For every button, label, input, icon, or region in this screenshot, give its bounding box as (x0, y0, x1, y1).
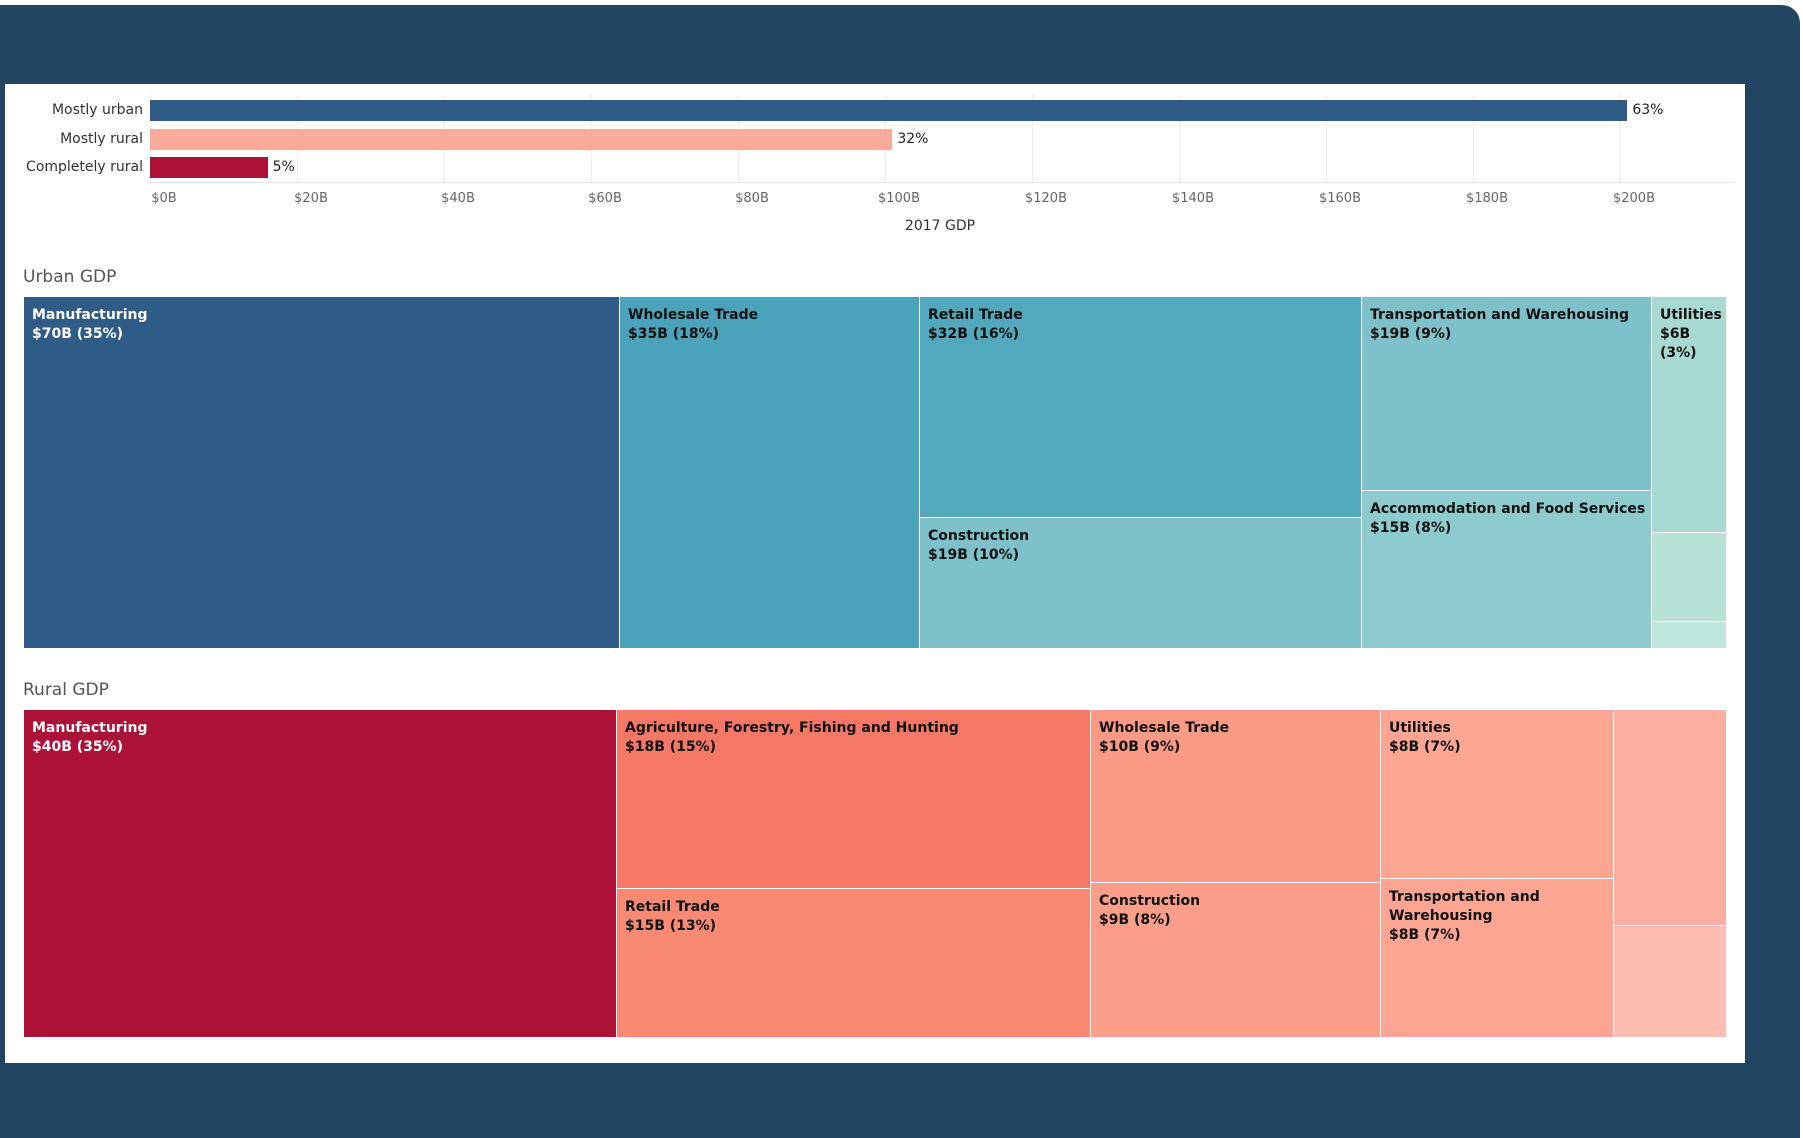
x-tick-label: $80B (735, 191, 769, 206)
treemap-tile-label: Retail Trade $15B (13%) (625, 899, 720, 934)
treemap-tile[interactable] (1613, 925, 1727, 1038)
treemap-tile[interactable]: Construction $9B (8%) (1090, 882, 1381, 1038)
treemap-tile-label: Manufacturing $40B (35%) (32, 720, 148, 755)
x-tick-label: $100B (877, 191, 921, 206)
treemap-tile-label: Manufacturing $70B (35%) (32, 307, 148, 342)
treemap-tile-label: Accommodation and Food Services $15B (8%… (1370, 501, 1646, 536)
x-tick-label: $160B (1318, 191, 1362, 206)
bar-category-label: Mostly urban (51, 102, 143, 118)
urban-gdp-title: Urban GDP (23, 267, 117, 287)
x-tick-label: $200B (1612, 191, 1656, 206)
treemap-tile-label: Transportation and Warehousing $8B (7%) (1389, 889, 1540, 943)
treemap-tile[interactable]: Construction $19B (10%) (919, 517, 1362, 649)
treemap-tile[interactable]: Manufacturing $40B (35%) (23, 709, 617, 1038)
treemap-tile-label: Transportation and Warehousing $19B (9%) (1370, 307, 1630, 342)
bar[interactable] (150, 157, 268, 178)
treemap-tile[interactable]: Utilities $6B (3%) (1651, 296, 1727, 533)
bar[interactable] (150, 129, 893, 150)
treemap-tile[interactable]: Agriculture, Forestry, Fishing and Hunti… (616, 709, 1091, 889)
treemap-tile[interactable]: Retail Trade $15B (13%) (616, 888, 1091, 1038)
x-tick-label: $140B (1171, 191, 1215, 206)
x-tick-label: $120B (1024, 191, 1068, 206)
bar-category-label: Mostly rural (60, 131, 143, 147)
bar-category-label: Completely rural (26, 159, 143, 175)
treemap-tile-label: Wholesale Trade $10B (9%) (1099, 720, 1230, 755)
treemap-tile-label: Construction $19B (10%) (928, 528, 1030, 563)
treemap-tile-label: Agriculture, Forestry, Fishing and Hunti… (625, 720, 959, 755)
treemap-tile-label: Wholesale Trade $35B (18%) (628, 307, 759, 342)
treemap-tile[interactable]: Wholesale Trade $10B (9%) (1090, 709, 1381, 883)
chart-panel: Mostly urban 63% Mostly rural 32% Completely… (5, 84, 1745, 1063)
x-axis-title: 2017 GDP (904, 218, 976, 234)
x-axis-line (150, 182, 1735, 183)
bar-data-label: 32% (897, 131, 929, 147)
bar-data-label: 63% (1632, 102, 1664, 118)
treemap-tile-label: Utilities $6B (3%) (1660, 307, 1722, 361)
treemap-tile[interactable]: Utilities $8B (7%) (1380, 709, 1614, 879)
treemap-tile[interactable] (1651, 532, 1727, 622)
treemap-tile[interactable] (1651, 621, 1727, 649)
treemap-tile[interactable]: Manufacturing $70B (35%) (23, 296, 620, 649)
x-tick-label: $20B (294, 191, 328, 206)
rural-gdp-title: Rural GDP (23, 680, 109, 700)
x-tick-label: $0B (151, 191, 177, 206)
treemap-tile[interactable]: Transportation and Warehousing $8B (7%) (1380, 878, 1614, 1038)
treemap-tile[interactable]: Wholesale Trade $35B (18%) (619, 296, 920, 649)
bar-data-label: 5% (272, 159, 295, 175)
treemap-tile-label: Construction $9B (8%) (1099, 893, 1201, 928)
treemap-tile-label: Retail Trade $32B (16%) (928, 307, 1023, 342)
treemap-tile[interactable] (1613, 709, 1727, 926)
bar[interactable] (150, 100, 1628, 121)
treemap-tile-label: Utilities $8B (7%) (1389, 720, 1461, 755)
x-tick-label: $180B (1465, 191, 1509, 206)
treemap-tile[interactable]: Retail Trade $32B (16%) (919, 296, 1362, 518)
treemap-tile[interactable]: Accommodation and Food Services $15B (8%… (1361, 490, 1652, 649)
treemap-tile[interactable]: Transportation and Warehousing $19B (9%) (1361, 296, 1652, 491)
x-tick-label: $60B (588, 191, 622, 206)
x-tick-label: $40B (441, 191, 475, 206)
